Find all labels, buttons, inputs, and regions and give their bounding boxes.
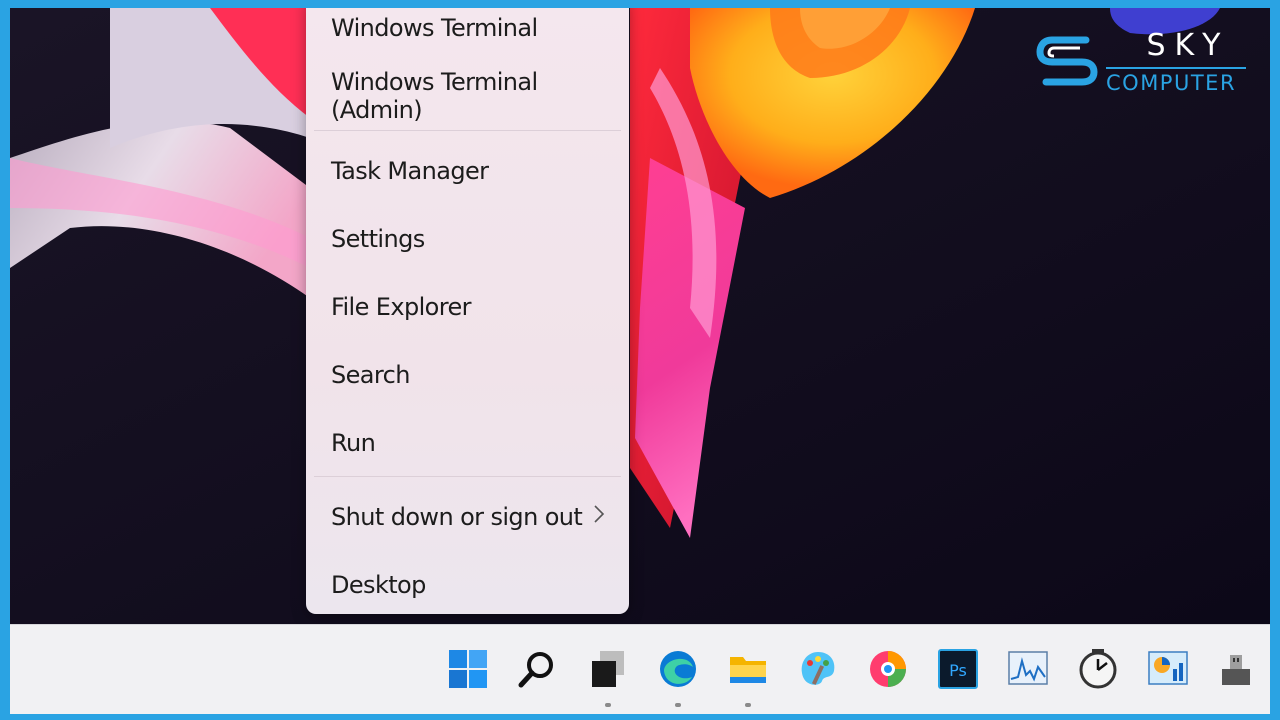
menu-item-windows-terminal[interactable]: Windows Terminal bbox=[306, 8, 629, 58]
running-indicator bbox=[675, 703, 681, 707]
menu-separator bbox=[314, 130, 621, 131]
menu-item-label: Run bbox=[331, 429, 376, 457]
sky-computer-logo: SKY COMPUTER bbox=[1036, 28, 1256, 108]
edge-dev-icon[interactable] bbox=[868, 649, 908, 689]
menu-separator bbox=[314, 476, 621, 477]
photoshop-label: Ps bbox=[949, 661, 967, 680]
menu-item-label: Desktop bbox=[331, 571, 426, 599]
menu-item-label: Settings bbox=[331, 225, 425, 253]
menu-item-shut-down-or-sign-out[interactable]: Shut down or sign out bbox=[306, 487, 629, 547]
paint-icon[interactable] bbox=[798, 649, 838, 689]
menu-item-task-manager[interactable]: Task Manager bbox=[306, 141, 629, 201]
menu-item-label: Task Manager bbox=[331, 157, 489, 185]
menu-item-label: Windows Terminal (Admin) bbox=[331, 68, 538, 124]
menu-item-file-explorer[interactable]: File Explorer bbox=[306, 277, 629, 337]
performance-icon[interactable] bbox=[1148, 649, 1188, 689]
edge-icon[interactable] bbox=[658, 649, 698, 707]
photoshop-icon[interactable]: Ps bbox=[938, 649, 978, 689]
running-indicator bbox=[745, 703, 751, 707]
menu-item-run[interactable]: Run bbox=[306, 413, 629, 473]
clock-icon[interactable] bbox=[1078, 649, 1118, 689]
start-icon[interactable] bbox=[448, 649, 488, 689]
task-view-icon[interactable] bbox=[588, 649, 628, 707]
winx-context-menu: Windows Terminal Windows Terminal (Admin… bbox=[306, 8, 629, 614]
running-indicator bbox=[605, 703, 611, 707]
chevron-right-icon bbox=[593, 504, 605, 530]
usb-icon[interactable] bbox=[1216, 649, 1256, 689]
logo-sub-text: COMPUTER bbox=[1106, 71, 1237, 95]
menu-item-search[interactable]: Search bbox=[306, 345, 629, 405]
menu-item-windows-terminal-admin[interactable]: Windows Terminal (Admin) bbox=[306, 66, 629, 126]
menu-item-label: File Explorer bbox=[331, 293, 472, 321]
menu-item-desktop[interactable]: Desktop bbox=[306, 555, 629, 615]
taskbar: Ps bbox=[10, 624, 1270, 714]
logo-s-mark bbox=[1036, 36, 1098, 86]
file-explorer-icon[interactable] bbox=[728, 649, 768, 707]
screen-frame: Windows Terminal Windows Terminal (Admin… bbox=[10, 8, 1270, 714]
resource-monitor-icon[interactable] bbox=[1008, 649, 1048, 689]
menu-item-label: Shut down or sign out bbox=[331, 503, 583, 531]
logo-divider bbox=[1106, 67, 1246, 69]
logo-brand-text: SKY bbox=[1146, 28, 1230, 63]
menu-item-label: Search bbox=[331, 361, 410, 389]
search-icon[interactable] bbox=[517, 649, 557, 689]
menu-item-settings[interactable]: Settings bbox=[306, 209, 629, 269]
menu-item-label: Windows Terminal bbox=[331, 14, 538, 42]
